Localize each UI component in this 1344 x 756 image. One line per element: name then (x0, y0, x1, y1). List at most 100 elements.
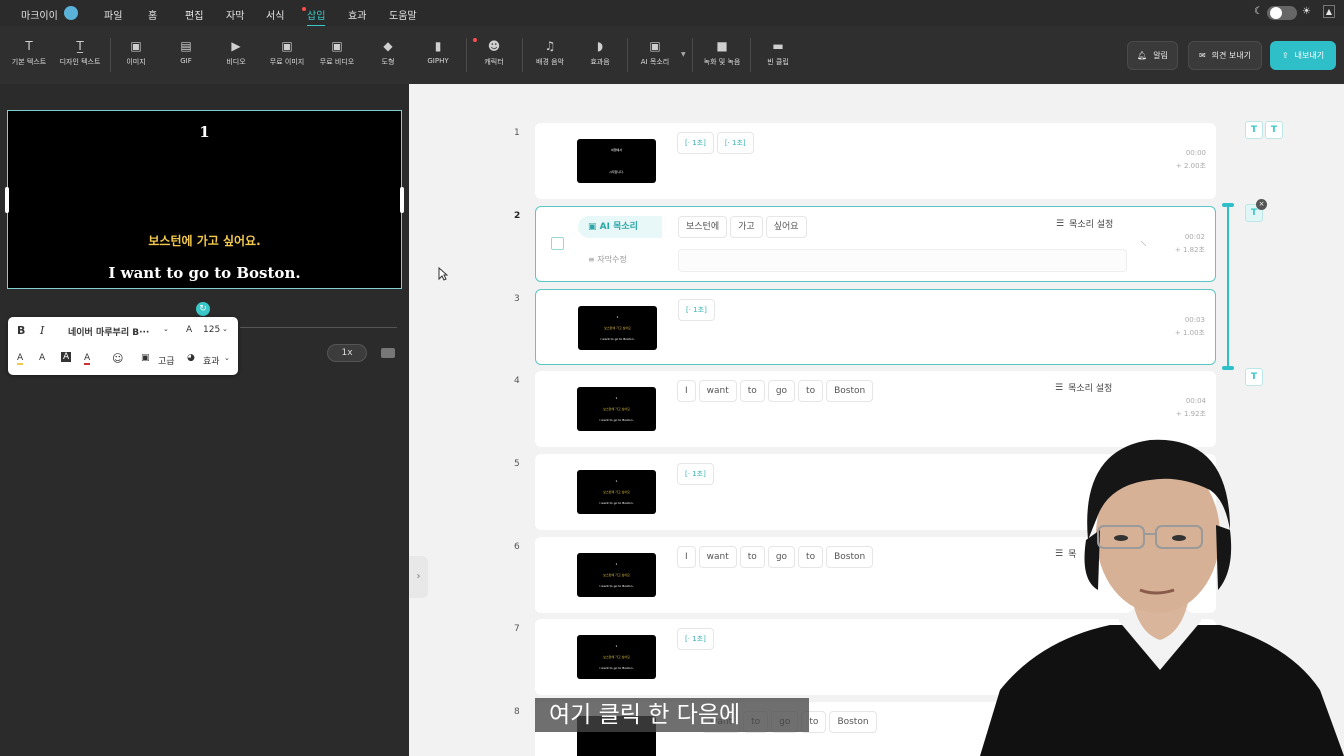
add-text-icon[interactable]: T (1265, 121, 1283, 139)
pause-chip[interactable]: [‧ 1초] (716, 132, 754, 154)
pause-chip[interactable]: [‧ 1초] (677, 463, 714, 485)
word-chip[interactable]: 가고 (730, 216, 763, 238)
theme-toggle[interactable] (1267, 6, 1297, 20)
clip-thumbnail[interactable]: 1 보스턴에 가고 싶어요 I want to go to Boston. (577, 470, 656, 514)
video-button[interactable]: ▶ 비디오 (211, 26, 261, 84)
selection-bracket[interactable] (1227, 205, 1229, 368)
word-chip[interactable]: to (739, 546, 765, 568)
word-chip[interactable]: go (767, 546, 796, 568)
image-icon: ▣ (130, 39, 142, 53)
word-chip[interactable]: to (798, 546, 824, 568)
clip-thumbnail[interactable]: 1 보스턴에 가고 싶어요 I want to go to Boston. (578, 306, 657, 350)
design-text-button[interactable]: T̲ 디자인 텍스트 (55, 26, 105, 84)
word-chip[interactable]: want (698, 380, 737, 402)
feedback-button[interactable]: ✉ 의견 보내기 (1188, 41, 1262, 70)
export-button[interactable]: ⇪ 내보내기 (1270, 41, 1336, 70)
menu-file[interactable]: 파일 (104, 7, 122, 22)
free-video-button[interactable]: ▣ 무료 비디오 (312, 26, 362, 84)
clip-thumbnail[interactable]: 1 보스턴에 가고 싶어요 I want to go to Boston. (577, 635, 656, 679)
clip-thumbnail[interactable]: 여행에서 시작합니다. (577, 139, 656, 183)
user-avatar-icon[interactable] (64, 6, 78, 20)
shadow-color-icon[interactable]: A (84, 353, 91, 365)
ai-voice-button[interactable]: ▣ AI 목소리 (630, 26, 680, 84)
font-size-select[interactable]: 125 (203, 325, 220, 335)
resize-handle-left[interactable] (5, 187, 9, 213)
chevron-down-icon[interactable]: ⌄ (163, 325, 169, 333)
emoji-icon[interactable]: ☺ (112, 352, 123, 365)
preview-english-subtitle[interactable]: I want to go to Boston. (8, 264, 401, 282)
outline-color-icon[interactable]: A (39, 353, 45, 363)
menu-home[interactable]: 홈 (148, 7, 157, 22)
playback-speed-button[interactable]: 1x (327, 344, 367, 362)
add-text-icon[interactable]: T (1245, 121, 1263, 139)
preview-korean-subtitle[interactable]: 보스턴에 가고 싶어요. (8, 232, 401, 249)
notify-button[interactable]: 🔔︎ 알림 (1127, 41, 1178, 70)
word-chip[interactable]: I (677, 380, 696, 402)
add-text-icon[interactable]: T (1245, 368, 1263, 386)
chevron-down-icon[interactable]: ▼ (681, 51, 686, 58)
pause-chip[interactable]: [‧ 1초] (677, 628, 714, 650)
clip-thumbnail[interactable]: 1 보스턴에 가고 싶어요 I want to go to Boston. (577, 387, 656, 431)
menu-edit[interactable]: 편집 (185, 7, 203, 22)
clip-checkbox[interactable] (551, 237, 564, 250)
clip-number: 8 (514, 707, 520, 717)
font-select[interactable]: 네이버 마루부리 B··· (68, 325, 149, 338)
giphy-button[interactable]: ▮ GIPHY (413, 26, 463, 84)
clip-time: 00:03 (1184, 316, 1205, 324)
blank-clip-button[interactable]: ▬ 빈 클립 (753, 26, 803, 84)
preview-number-text[interactable]: 1 (8, 123, 401, 141)
sound-effect-button[interactable]: ◗ 효과음 (575, 26, 625, 84)
menu-subtitle[interactable]: 자막 (226, 7, 244, 22)
export-icon: ⇪ (1281, 51, 1289, 60)
menu-insert[interactable]: 삽입 (307, 7, 326, 27)
word-chip[interactable]: 싶어요 (765, 216, 807, 238)
clip-row[interactable]: 여행에서 시작합니다. [‧ 1초] [‧ 1초] 00:00 + 2.00초 (535, 123, 1216, 199)
chevron-down-icon[interactable]: ⌄ (224, 354, 230, 362)
chevron-down-icon[interactable]: ⌄ (222, 325, 228, 333)
image-button[interactable]: ▣ 이미지 (111, 26, 161, 84)
word-chip[interactable]: Boston (829, 711, 877, 733)
voice-settings-button[interactable]: ☰ 목소리 설정 (1055, 381, 1112, 395)
menu-effects[interactable]: 효과 (348, 7, 366, 22)
rotate-icon[interactable]: ↻ (196, 302, 210, 316)
resize-handle-right[interactable] (400, 187, 404, 213)
clip-thumbnail[interactable]: 1 보스턴에 가고 싶어요 I want to go to Boston. (577, 553, 656, 597)
video-preview[interactable]: 1 보스턴에 가고 싶어요. I want to go to Boston. (5, 110, 404, 289)
collapse-up-icon[interactable]: ▲ (1323, 5, 1335, 18)
bracket-handle-bottom[interactable] (1222, 366, 1234, 370)
menu-format[interactable]: 서식 (266, 7, 284, 22)
word-chip[interactable]: Boston (826, 546, 874, 568)
menu-help[interactable]: 도움말 (389, 7, 417, 22)
bgm-button[interactable]: ♫ 배경 음악 (525, 26, 575, 84)
word-chip[interactable]: to (798, 380, 824, 402)
ai-voice-badge[interactable]: ▣ AI 목소리 (578, 216, 662, 238)
word-chip[interactable]: want (698, 546, 737, 568)
record-button[interactable]: ■ 녹화 및 녹음 (697, 26, 747, 84)
italic-button[interactable]: I (40, 324, 44, 337)
gif-button[interactable]: ▤ GIF (161, 26, 211, 84)
bracket-handle-top[interactable] (1222, 203, 1234, 207)
word-chip[interactable]: to (739, 380, 765, 402)
bold-button[interactable]: B (17, 324, 25, 337)
pause-chip[interactable]: [‧ 1초] (677, 132, 714, 154)
clip-row-selected[interactable]: ▣ AI 목소리 보스턴에 가고 싶어요 ☰ 목소리 설정 ≡ 자막수정 ⸜ 00… (535, 206, 1216, 282)
shapes-button[interactable]: ◆ 도형 (363, 26, 413, 84)
basic-text-button[interactable]: T 기본 텍스트 (4, 26, 54, 84)
voice-settings-button[interactable]: ☰ 목소리 설정 (1056, 217, 1113, 231)
word-chip[interactable]: I (677, 546, 696, 568)
effect-button[interactable]: 효과 (203, 354, 220, 367)
close-icon[interactable]: × (1256, 199, 1267, 210)
advanced-button[interactable]: 고급 (158, 354, 175, 367)
free-image-button[interactable]: ▣ 무료 이미지 (262, 26, 312, 84)
pause-chip[interactable]: [‧ 1초] (678, 299, 715, 321)
word-chip[interactable]: 보스턴에 (678, 216, 728, 238)
word-chip[interactable]: Boston (826, 380, 874, 402)
caption-icon[interactable] (381, 348, 395, 358)
subtitle-edit-input[interactable] (678, 249, 1127, 272)
character-button[interactable]: ☻ 캐릭터 (469, 26, 519, 84)
expand-panel-button[interactable]: › (409, 556, 428, 598)
word-chip[interactable]: go (767, 380, 796, 402)
clip-row[interactable]: 1 보스턴에 가고 싶어요 I want to go to Boston. [‧ 1… (535, 289, 1216, 365)
text-color-icon[interactable]: A (17, 353, 24, 365)
background-color-icon[interactable]: A (61, 352, 72, 362)
